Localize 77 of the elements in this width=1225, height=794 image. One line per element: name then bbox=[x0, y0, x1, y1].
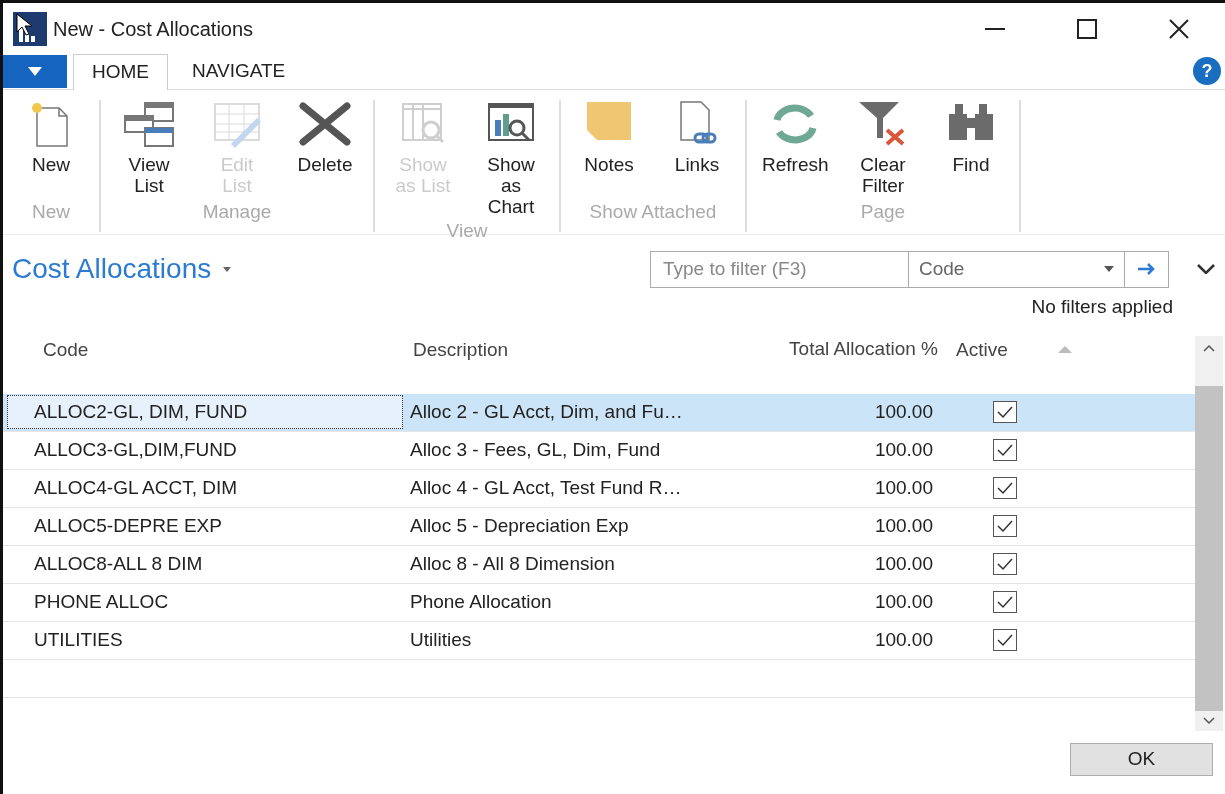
ribbon-button[interactable]: Delete bbox=[283, 100, 367, 198]
checkmark-icon bbox=[995, 595, 1014, 609]
checkmark-icon bbox=[995, 405, 1014, 419]
close-icon bbox=[1169, 19, 1189, 39]
table-cell-text: Utilities bbox=[409, 627, 473, 652]
table-cell-text: UTILITIES bbox=[33, 627, 124, 652]
group-label: New bbox=[32, 199, 70, 224]
checkbox[interactable] bbox=[992, 477, 1017, 499]
expand-icon[interactable] bbox=[1197, 264, 1215, 274]
table-cell-text: Alloc 3 - Fees, GL, Dim, Fund bbox=[409, 437, 662, 462]
window-title: New - Cost Allocations bbox=[53, 17, 254, 42]
maximize-icon bbox=[1077, 19, 1097, 39]
caret-icon bbox=[28, 66, 42, 77]
page-title[interactable]: Cost Allocations bbox=[12, 248, 232, 290]
filter-field[interactable]: Type to filter (F3) Code bbox=[650, 250, 1169, 288]
table-cell-text: 100.00 bbox=[873, 627, 933, 652]
table-cell-text: 100.00 bbox=[873, 437, 933, 462]
ribbon-button[interactable]: New bbox=[9, 100, 93, 198]
column-header[interactable]: Code bbox=[3, 335, 403, 394]
caret-icon bbox=[223, 266, 232, 272]
table-cell-text: Phone Allocation bbox=[409, 589, 553, 614]
help-icon[interactable]: ? bbox=[1193, 57, 1221, 85]
checkbox[interactable] bbox=[992, 515, 1017, 537]
table-cell-text: 100.00 bbox=[873, 551, 933, 576]
ribbon-button[interactable]: Find bbox=[929, 100, 1013, 198]
table-cell-text: ALLOC5-DEPRE EXP bbox=[33, 513, 223, 538]
ribbon-tab[interactable]: NAVIGATE bbox=[174, 53, 304, 89]
ribbon-button[interactable]: View List bbox=[107, 100, 191, 198]
group-label: Manage bbox=[202, 199, 272, 224]
delete-icon bbox=[297, 100, 353, 148]
filter-status: No filters applied bbox=[1031, 295, 1173, 319]
table-row[interactable]: ALLOC2-GL, DIM, FUND Alloc 2 - GL Acct, Dim, and Fu… 100.00 bbox=[3, 393, 1195, 432]
table-cell-text: 100.00 bbox=[873, 589, 933, 614]
table-cell-text: Alloc 5 - Depreciation Exp bbox=[409, 513, 630, 538]
ok-button[interactable]: OK bbox=[1070, 742, 1213, 776]
windows-icon bbox=[121, 100, 177, 148]
checkmark-icon bbox=[995, 481, 1014, 495]
checkbox[interactable] bbox=[992, 591, 1017, 613]
table-cell-text: PHONE ALLOC bbox=[33, 589, 170, 614]
column-header[interactable]: Active bbox=[938, 335, 1008, 394]
checkmark-icon bbox=[995, 443, 1014, 457]
ribbon-button[interactable]: Notes bbox=[567, 100, 651, 198]
checkmark-icon bbox=[995, 557, 1014, 571]
minimize-icon bbox=[985, 28, 1005, 30]
sort-arrow-icon bbox=[1058, 345, 1072, 353]
table-cell-text: Alloc 2 - GL Acct, Dim, and Fu… bbox=[409, 399, 684, 424]
checkbox[interactable] bbox=[992, 553, 1017, 575]
ribbon-button[interactable]: Links bbox=[655, 100, 739, 198]
checkmark-icon bbox=[995, 633, 1014, 647]
app-icon bbox=[13, 12, 47, 46]
column-header[interactable]: Description bbox=[403, 335, 738, 394]
column-header[interactable]: Total Allocation % bbox=[788, 335, 938, 394]
ribbon-tab[interactable]: HOME bbox=[73, 54, 168, 90]
table-cell-text: Alloc 8 - All 8 Dimension bbox=[409, 551, 616, 576]
ribbon-button[interactable]: Clear Filter bbox=[841, 100, 925, 198]
table-cell-text: 100.00 bbox=[873, 399, 933, 424]
table-cell-text: ALLOC4-GL ACCT, DIM bbox=[33, 475, 239, 500]
caret-icon bbox=[1104, 266, 1114, 272]
group-label: Page bbox=[860, 199, 906, 224]
ribbon-button[interactable]: Show as Chart bbox=[469, 100, 553, 217]
table-cell-text: 100.00 bbox=[873, 513, 933, 538]
group-label: Show Attached bbox=[589, 199, 717, 224]
checkbox[interactable] bbox=[992, 439, 1017, 461]
arrow-right-icon bbox=[1137, 263, 1156, 275]
table-cell-text: ALLOC8-ALL 8 DIM bbox=[33, 551, 204, 576]
table-cell-text: Alloc 4 - GL Acct, Test Fund R… bbox=[409, 475, 683, 500]
checkbox[interactable] bbox=[992, 629, 1017, 651]
table-cell: ALLOC2-GL, DIM, FUND bbox=[7, 395, 403, 429]
table-cell-text: ALLOC3-GL,DIM,FUND bbox=[33, 437, 238, 462]
checkmark-icon bbox=[995, 519, 1014, 533]
application-menu-button[interactable] bbox=[3, 55, 67, 88]
group-label: View bbox=[446, 219, 488, 243]
scroll-bar[interactable] bbox=[1195, 335, 1223, 731]
checkbox[interactable] bbox=[992, 401, 1017, 423]
field-dropdown[interactable]: Code bbox=[909, 251, 1124, 287]
ribbon-button[interactable]: Refresh bbox=[753, 100, 837, 198]
table-cell-text: 100.00 bbox=[873, 475, 933, 500]
